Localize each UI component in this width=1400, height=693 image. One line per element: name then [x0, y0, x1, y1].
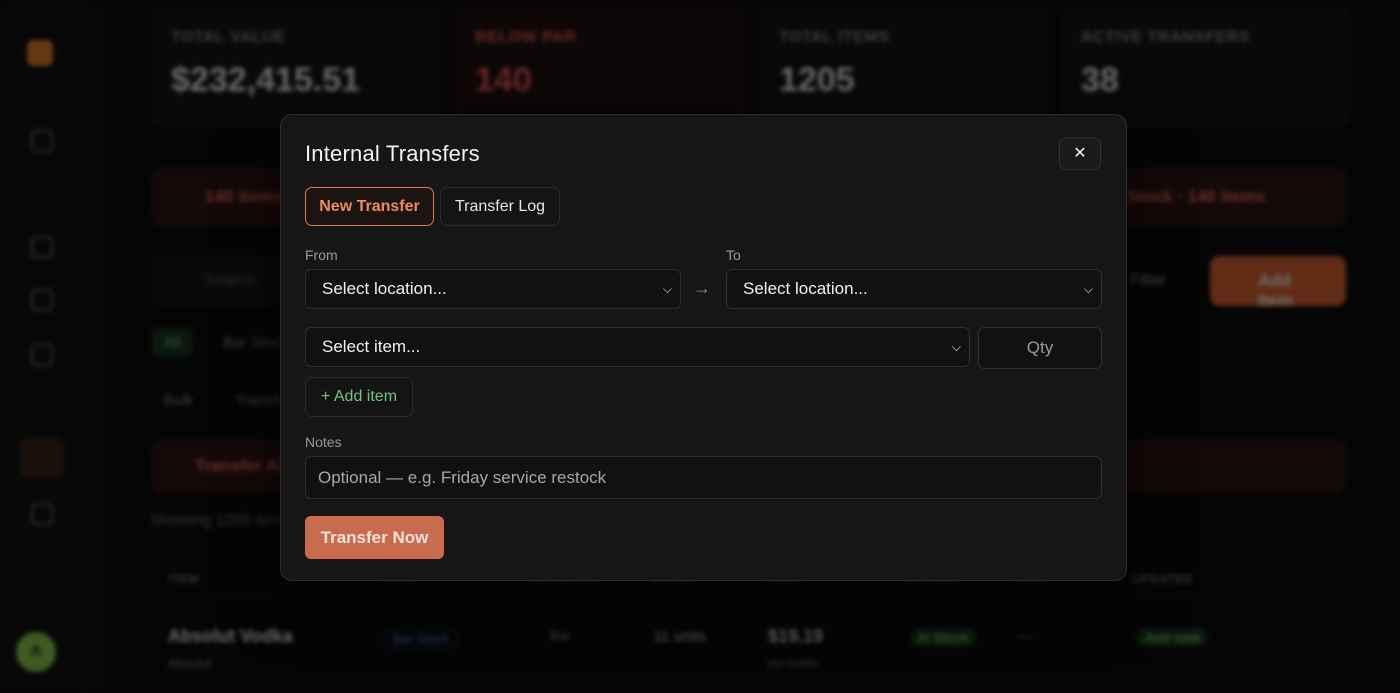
stat-value: $232,415.51 [171, 61, 361, 99]
alert-text-right: Stock · 140 items [1126, 187, 1265, 206]
quantity-input[interactable]: Qty [978, 327, 1102, 369]
from-label: From [305, 247, 338, 263]
chevron-down-icon: ⌵ [951, 340, 961, 354]
chevron-down-icon: ⌵ [1083, 282, 1093, 296]
item-select[interactable]: Select item... ⌵ [305, 327, 970, 367]
type-badge: Bar Stock [384, 628, 459, 649]
stat-value: 38 [1081, 61, 1119, 99]
stat-value: 140 [475, 61, 532, 99]
updated-badge: Just now [1136, 628, 1209, 647]
modal-title: Internal Transfers [305, 141, 480, 166]
add-item-button[interactable]: + Add item [305, 377, 413, 417]
reports-icon[interactable] [31, 344, 53, 366]
from-location-select[interactable]: Select location... ⌵ [305, 269, 681, 309]
stat-value: 1205 [779, 61, 855, 99]
location-cell: Bar [550, 628, 571, 643]
transfer-now-button[interactable]: Transfer Now [305, 516, 444, 559]
chevron-down-icon: ⌵ [662, 282, 672, 296]
status-badge: In Stock [910, 628, 977, 647]
add-item-button[interactable]: Add Item [1210, 256, 1346, 310]
internal-transfers-modal: Internal Transfers ✕ New Transfer Transf… [280, 114, 1127, 581]
notes-label: Notes [305, 434, 342, 450]
home-icon[interactable] [31, 130, 53, 152]
to-location-select[interactable]: Select location... ⌵ [726, 269, 1102, 309]
app-logo [27, 40, 53, 66]
orders-icon[interactable] [31, 289, 53, 311]
to-label: To [726, 247, 741, 263]
item-count: Showing 1205 items [150, 512, 295, 529]
th-item[interactable]: ITEM [168, 572, 199, 586]
stock-cell: 11 units [654, 628, 706, 645]
table-row[interactable]: Absolut Vodka Absolut Bar Stock Bar 11 u… [152, 610, 1346, 693]
side-rail: A [0, 0, 84, 693]
arrow-right-icon: → [693, 278, 711, 298]
stat-label: ACTIVE TRANSFERS [1081, 29, 1250, 46]
tab-transfer-log[interactable]: Transfer Log [440, 187, 560, 226]
search-input[interactable]: Search [152, 256, 282, 306]
transfers-nav-active[interactable] [20, 438, 64, 478]
close-button[interactable]: ✕ [1059, 137, 1101, 170]
tab-new-transfer[interactable]: New Transfer [305, 187, 434, 226]
from-location-value: Select location... [322, 279, 447, 298]
item-select-value: Select item... [322, 337, 421, 356]
notes-input[interactable]: Optional — e.g. Friday service restock [305, 456, 1102, 499]
to-location-value: Select location... [743, 279, 868, 298]
item-brand: Absolut [168, 656, 212, 671]
stat-label: TOTAL VALUE [171, 29, 286, 46]
chip-all[interactable]: All [152, 328, 193, 357]
stat-card-active-transfers: ACTIVE TRANSFERS 38 [1062, 8, 1350, 126]
secondary-rail [84, 0, 110, 693]
item-name: Absolut Vodka [168, 626, 293, 646]
cost-cell: $19.19 [768, 626, 824, 646]
th-updated[interactable]: UPDATED [1132, 572, 1193, 586]
avatar[interactable]: A [16, 632, 56, 672]
cost-sub: per bottle [768, 656, 819, 670]
stat-card-total-value: TOTAL VALUE $232,415.51 [152, 8, 440, 126]
settings-icon[interactable] [31, 503, 53, 525]
chip-bulk[interactable]: Bulk [152, 386, 205, 415]
par-cell: — [1018, 628, 1033, 645]
inventory-icon[interactable] [31, 236, 53, 258]
close-icon: ✕ [1073, 145, 1087, 162]
stat-card-below-par: BELOW PAR 140 [456, 8, 744, 126]
alert-text: 140 items [205, 187, 283, 206]
stat-label: BELOW PAR [475, 29, 577, 46]
stat-label: TOTAL ITEMS [779, 29, 890, 46]
stat-card-total-items: TOTAL ITEMS 1205 [760, 8, 1048, 126]
